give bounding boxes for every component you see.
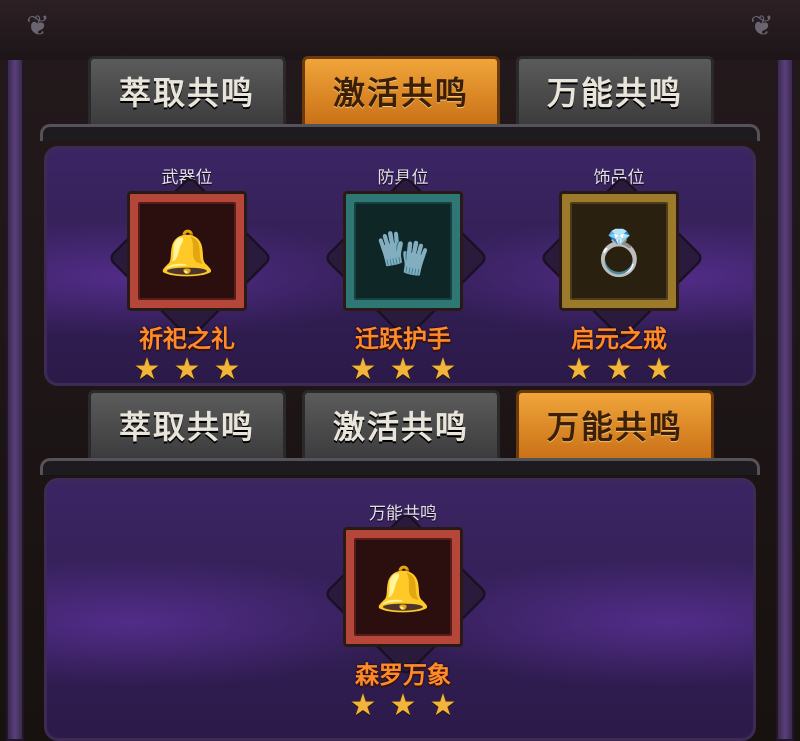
tab-activate-resonance[interactable]: 激活共鸣 (302, 56, 500, 130)
tab-extract-resonance[interactable]: 萃取共鸣 (88, 56, 286, 130)
item-name: 启元之戒 (571, 325, 667, 353)
tab-bar: 萃取共鸣 激活共鸣 万能共鸣 (88, 390, 714, 464)
item-frame[interactable]: 🔔 (127, 191, 247, 311)
star-icon: ★ (429, 352, 457, 387)
tab-universal-resonance[interactable]: 万能共鸣 (516, 390, 714, 464)
star-icon: ★ (349, 352, 377, 387)
panel-header: ❦ ❦ (0, 0, 800, 60)
accessory-slot[interactable]: 饰品位 💍 启元之戒 ★★★ (539, 149, 705, 389)
item-frame[interactable]: 🧤 (343, 191, 463, 311)
resonance-panel-top: ❦ ❦ 萃取共鸣 激活共鸣 万能共鸣 武器位 🔔 祈祀之礼 ★★★ 防具位 (0, 0, 800, 386)
star-rating: ★ ★ ★ (107, 355, 267, 385)
star-rating: ★ ★ ★ (539, 355, 699, 385)
star-icon: ★ (389, 352, 417, 387)
star-icon: ★ (213, 352, 241, 387)
tab-universal-resonance[interactable]: 万能共鸣 (516, 56, 714, 130)
tab-activate-resonance[interactable]: 激活共鸣 (302, 390, 500, 464)
item-name: 迁跃护手 (355, 325, 451, 353)
gauntlet-icon: 🧤 (375, 228, 431, 279)
ring-icon: 💍 (591, 228, 647, 279)
corner-ornament-icon: ❦ (750, 9, 774, 42)
item-name: 祈祀之礼 (139, 325, 235, 353)
star-icon: ★ (349, 688, 377, 723)
tab-shelf (40, 124, 760, 141)
star-icon: ★ (429, 688, 457, 723)
star-icon: ★ (389, 688, 417, 723)
star-rating: ★ ★ ★ (323, 355, 483, 385)
corner-ornament-icon: ❦ (26, 9, 50, 42)
star-icon: ★ (173, 352, 201, 387)
bell-charm-icon: 🔔 (159, 228, 215, 279)
equipment-arena: 武器位 🔔 祈祀之礼 ★★★ 防具位 🧤 迁跃护手 ★★★ (44, 146, 756, 386)
item-frame[interactable]: 🔔 (343, 527, 463, 647)
star-icon: ★ (133, 352, 161, 387)
tab-bar: 萃取共鸣 激活共鸣 万能共鸣 (88, 56, 714, 130)
weapon-slot[interactable]: 武器位 🔔 祈祀之礼 ★★★ (107, 149, 273, 389)
star-icon: ★ (565, 352, 593, 387)
item-name: 森罗万象 (355, 661, 451, 689)
item-frame[interactable]: 💍 (559, 191, 679, 311)
resonance-panel-bottom: 萃取共鸣 激活共鸣 万能共鸣 万能共鸣 🔔 森罗万象 ★ ★ ★ (0, 386, 800, 741)
star-icon: ★ (645, 352, 673, 387)
star-rating: ★ ★ ★ (323, 691, 483, 721)
tab-shelf (40, 458, 760, 475)
bell-icon: 🔔 (375, 564, 431, 615)
tab-extract-resonance[interactable]: 萃取共鸣 (88, 390, 286, 464)
armor-slot[interactable]: 防具位 🧤 迁跃护手 ★★★ (323, 149, 489, 389)
equipment-arena: 万能共鸣 🔔 森罗万象 ★★★ (44, 478, 756, 741)
star-icon: ★ (605, 352, 633, 387)
universal-slot[interactable]: 万能共鸣 🔔 森罗万象 ★★★ (323, 485, 489, 725)
